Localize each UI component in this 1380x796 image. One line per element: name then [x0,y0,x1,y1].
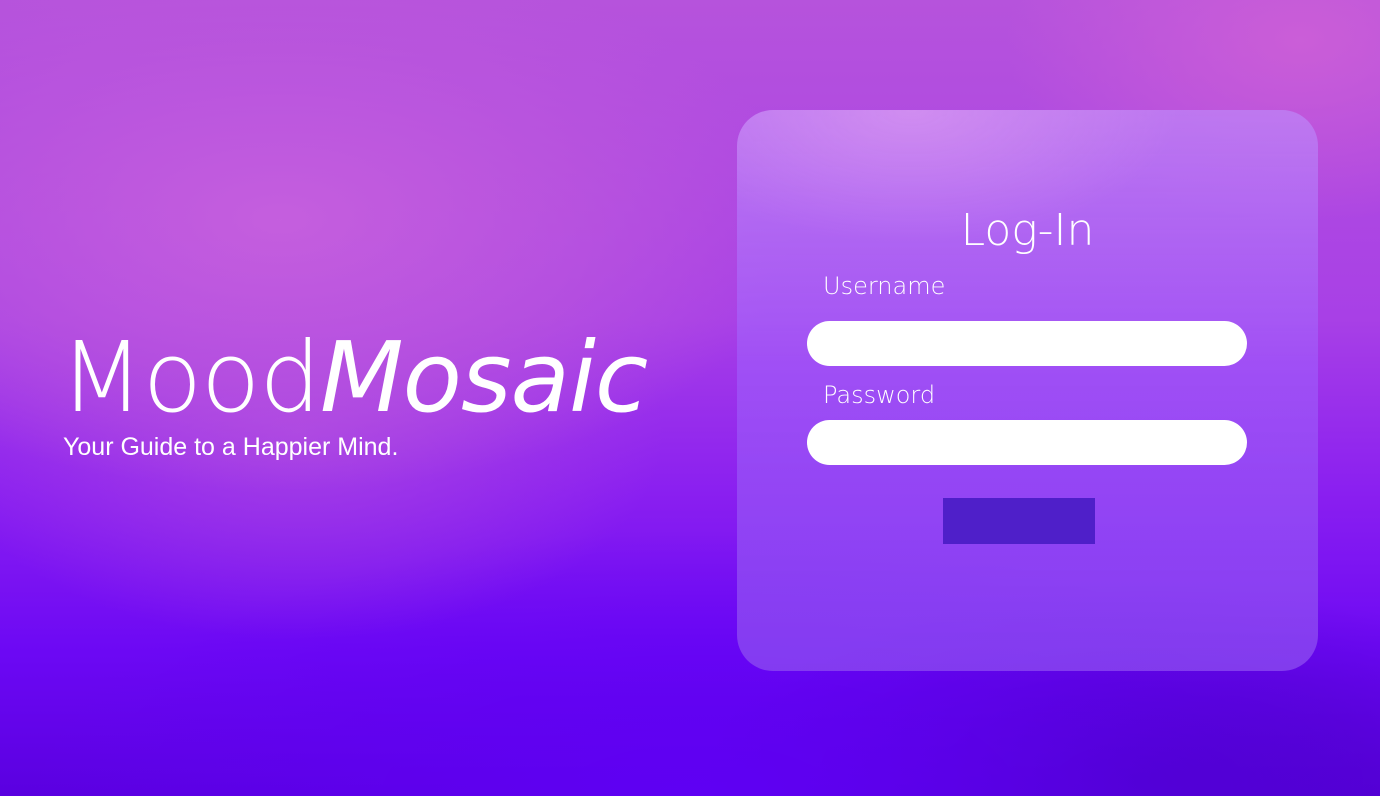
title-part-mosaic: Mosaic [319,321,648,434]
password-input[interactable] [807,420,1247,465]
login-card: Log-In Username Password [737,110,1318,671]
username-input[interactable] [807,321,1247,366]
title-part-mood: Mood [60,321,321,434]
login-title: Log-In [960,205,1095,256]
tagline: Your Guide to a Happier Mind. [63,433,399,461]
app-logo-title: MoodMosaic [60,328,648,428]
login-submit-button[interactable] [943,498,1095,544]
username-label: Username [823,272,946,300]
password-label: Password [823,381,936,409]
brand-block: MoodMosaic Your Guide to a Happier Mind. [60,328,648,462]
